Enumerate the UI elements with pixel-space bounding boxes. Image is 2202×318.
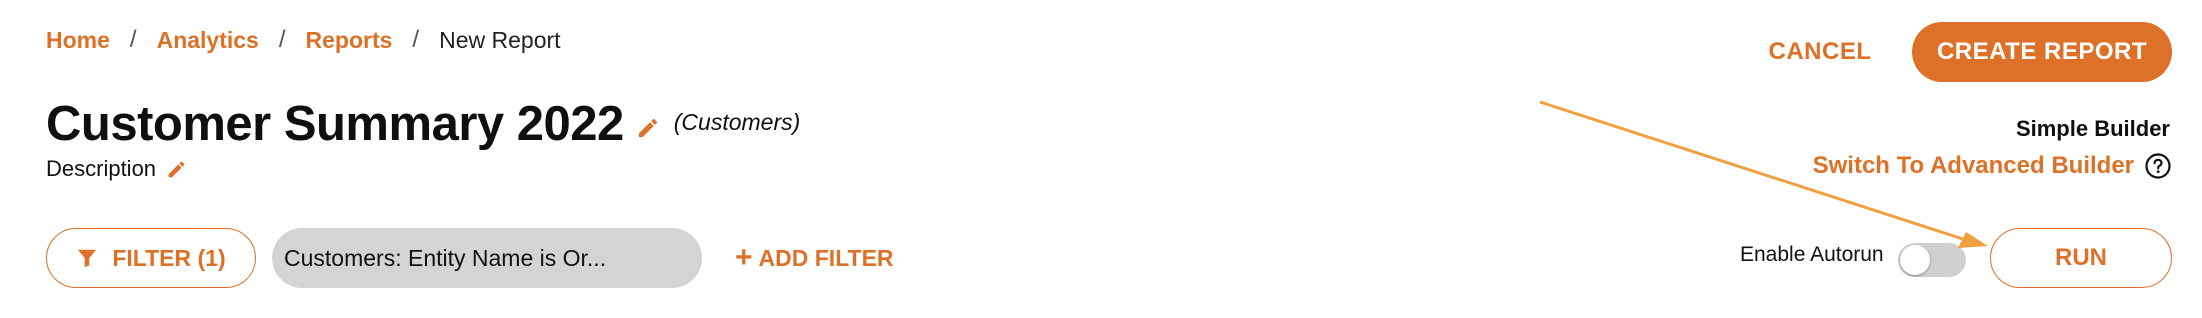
- toggle-knob: [1900, 245, 1930, 275]
- run-button[interactable]: RUN: [1990, 228, 2172, 288]
- switch-to-advanced-builder-link[interactable]: Switch To Advanced Builder: [1813, 152, 2134, 180]
- page-title: Customer Summary 2022: [46, 97, 624, 151]
- plus-icon: +: [735, 241, 753, 274]
- breadcrumb-home[interactable]: Home: [46, 22, 110, 58]
- autorun-toggle[interactable]: [1898, 243, 1966, 277]
- autorun-label: Enable Autorun: [1740, 243, 1884, 266]
- breadcrumb-analytics[interactable]: Analytics: [157, 22, 259, 58]
- cancel-button[interactable]: CANCEL: [1740, 22, 1900, 82]
- breadcrumb-separator: /: [129, 26, 137, 53]
- edit-description-pencil-icon[interactable]: [166, 159, 187, 180]
- builder-mode-label: Simple Builder: [2015, 116, 2170, 141]
- description-label: Description: [46, 156, 157, 181]
- switch-builder-row: Switch To Advanced Builder: [1813, 152, 2172, 180]
- title-row: Customer Summary 2022 (Customers): [46, 96, 800, 152]
- breadcrumb-reports[interactable]: Reports: [306, 22, 393, 58]
- entity-tag: (Customers): [673, 108, 801, 135]
- help-circle-icon[interactable]: [2144, 152, 2172, 180]
- description-row: Description: [46, 156, 187, 182]
- funnel-icon: [78, 249, 97, 268]
- filter-button-label: FILTER (1): [112, 244, 226, 271]
- add-filter-button[interactable]: + ADD FILTER: [735, 228, 894, 288]
- breadcrumb: Home / Analytics / Reports / New Report: [46, 22, 561, 58]
- breadcrumb-separator: /: [278, 26, 286, 53]
- edit-title-pencil-icon[interactable]: [636, 116, 660, 140]
- add-filter-label: ADD FILTER: [758, 244, 894, 271]
- breadcrumb-current: New Report: [439, 27, 561, 53]
- breadcrumb-separator: /: [412, 26, 420, 53]
- filter-button[interactable]: FILTER (1): [46, 228, 256, 288]
- active-filter-chip[interactable]: Customers: Entity Name is Or...: [272, 228, 702, 288]
- create-report-button[interactable]: CREATE REPORT: [1912, 22, 2172, 82]
